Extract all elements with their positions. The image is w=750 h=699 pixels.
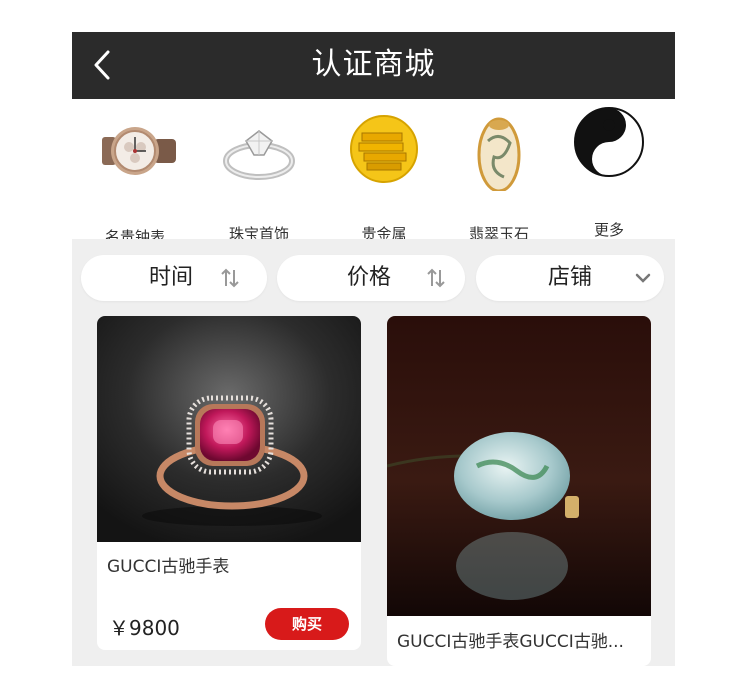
- filter-label: 价格: [347, 265, 392, 290]
- ring-icon: [204, 111, 314, 191]
- filter-label: 店铺: [548, 265, 593, 290]
- top-nav-bar: 认证商城: [72, 32, 675, 99]
- app-screen: 认证商城 名贵钟表 珠宝首饰 贵金属 翡翠玉石 更多 时间 价格 店铺 GUCC…: [72, 32, 675, 666]
- filter-time[interactable]: 时间: [81, 255, 267, 301]
- sort-icon: [425, 267, 447, 289]
- filter-label: 时间: [149, 265, 194, 290]
- filter-store[interactable]: 店铺: [476, 255, 664, 301]
- content-area: 时间 价格 店铺 GUCCI古驰手表 ￥9800 购买 GUCCI古驰手表GUC…: [72, 239, 675, 666]
- filter-price[interactable]: 价格: [277, 255, 465, 301]
- product-price: ￥9800: [109, 616, 180, 640]
- product-image-jade: [387, 316, 651, 616]
- category-label: 更多: [593, 221, 624, 239]
- gold-bars-icon: [329, 111, 439, 191]
- buy-button[interactable]: 购买: [265, 608, 349, 640]
- product-card[interactable]: GUCCI古驰手表GUCCI古驰...: [387, 316, 651, 666]
- watch-icon: [80, 111, 190, 191]
- sort-icon: [219, 267, 241, 289]
- category-more[interactable]: 更多: [554, 99, 664, 239]
- yin-yang-icon: [554, 102, 664, 182]
- jade-stone-icon: [444, 111, 554, 193]
- product-image-ring: [97, 316, 361, 542]
- page-title: 认证商城: [311, 47, 436, 82]
- category-jewelry[interactable]: 珠宝首饰: [204, 99, 314, 243]
- category-watches[interactable]: 名贵钟表: [80, 99, 190, 246]
- category-jade[interactable]: 翡翠玉石: [444, 99, 554, 243]
- category-nav: 名贵钟表 珠宝首饰 贵金属 翡翠玉石 更多: [72, 99, 675, 246]
- chevron-down-icon: [632, 267, 654, 289]
- product-name: GUCCI古驰手表: [107, 557, 230, 577]
- product-card[interactable]: GUCCI古驰手表 ￥9800 购买: [97, 316, 361, 650]
- category-precious-metals[interactable]: 贵金属: [329, 99, 439, 243]
- product-name: GUCCI古驰手表GUCCI古驰...: [397, 632, 624, 652]
